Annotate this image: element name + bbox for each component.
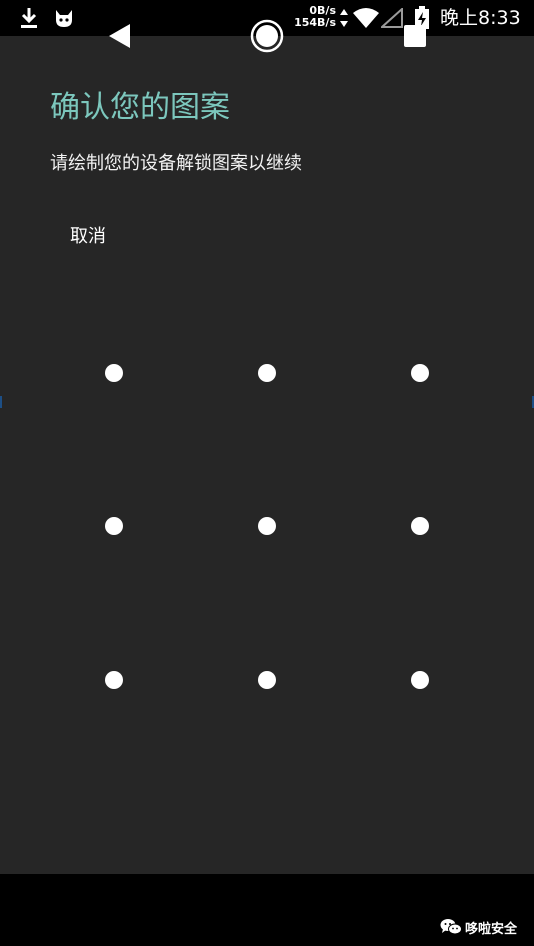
cancel-button[interactable]: 取消 — [58, 218, 118, 254]
pattern-dot[interactable] — [258, 671, 276, 689]
watermark-text: 哆啦安全 — [465, 921, 518, 937]
pattern-dot[interactable] — [258, 517, 276, 535]
upload-speed: 154B/s — [294, 16, 336, 29]
pattern-grid — [0, 0, 534, 946]
pattern-dot[interactable] — [105, 671, 123, 689]
pattern-dot[interactable] — [105, 364, 123, 382]
page-title: 确认您的图案 — [50, 90, 230, 125]
wechat-icon — [440, 919, 462, 935]
app-notification-icon — [56, 10, 72, 27]
back-icon[interactable] — [106, 22, 134, 50]
download-icon — [21, 8, 37, 28]
pattern-dot[interactable] — [105, 517, 123, 535]
clock: 晚上8:33 — [440, 7, 521, 29]
lock-pattern-screen: 0B/s 154B/s 晚上8:33 确认您的图案 请绘制您的设备解锁图案以继续… — [0, 0, 534, 946]
network-speed: 0B/s 154B/s — [292, 5, 336, 29]
pattern-dot[interactable] — [411, 517, 429, 535]
home-icon[interactable] — [249, 18, 285, 54]
pattern-dot[interactable] — [411, 364, 429, 382]
network-arrows-icon — [340, 9, 348, 27]
page-subtitle: 请绘制您的设备解锁图案以继续 — [50, 153, 302, 174]
edge-marker-left — [0, 396, 2, 408]
signal-icon — [381, 8, 403, 28]
recents-icon[interactable] — [403, 24, 427, 48]
watermark: 哆啦安全 — [440, 916, 517, 938]
pattern-dot[interactable] — [258, 364, 276, 382]
pattern-dot[interactable] — [411, 671, 429, 689]
wifi-icon — [353, 8, 379, 28]
